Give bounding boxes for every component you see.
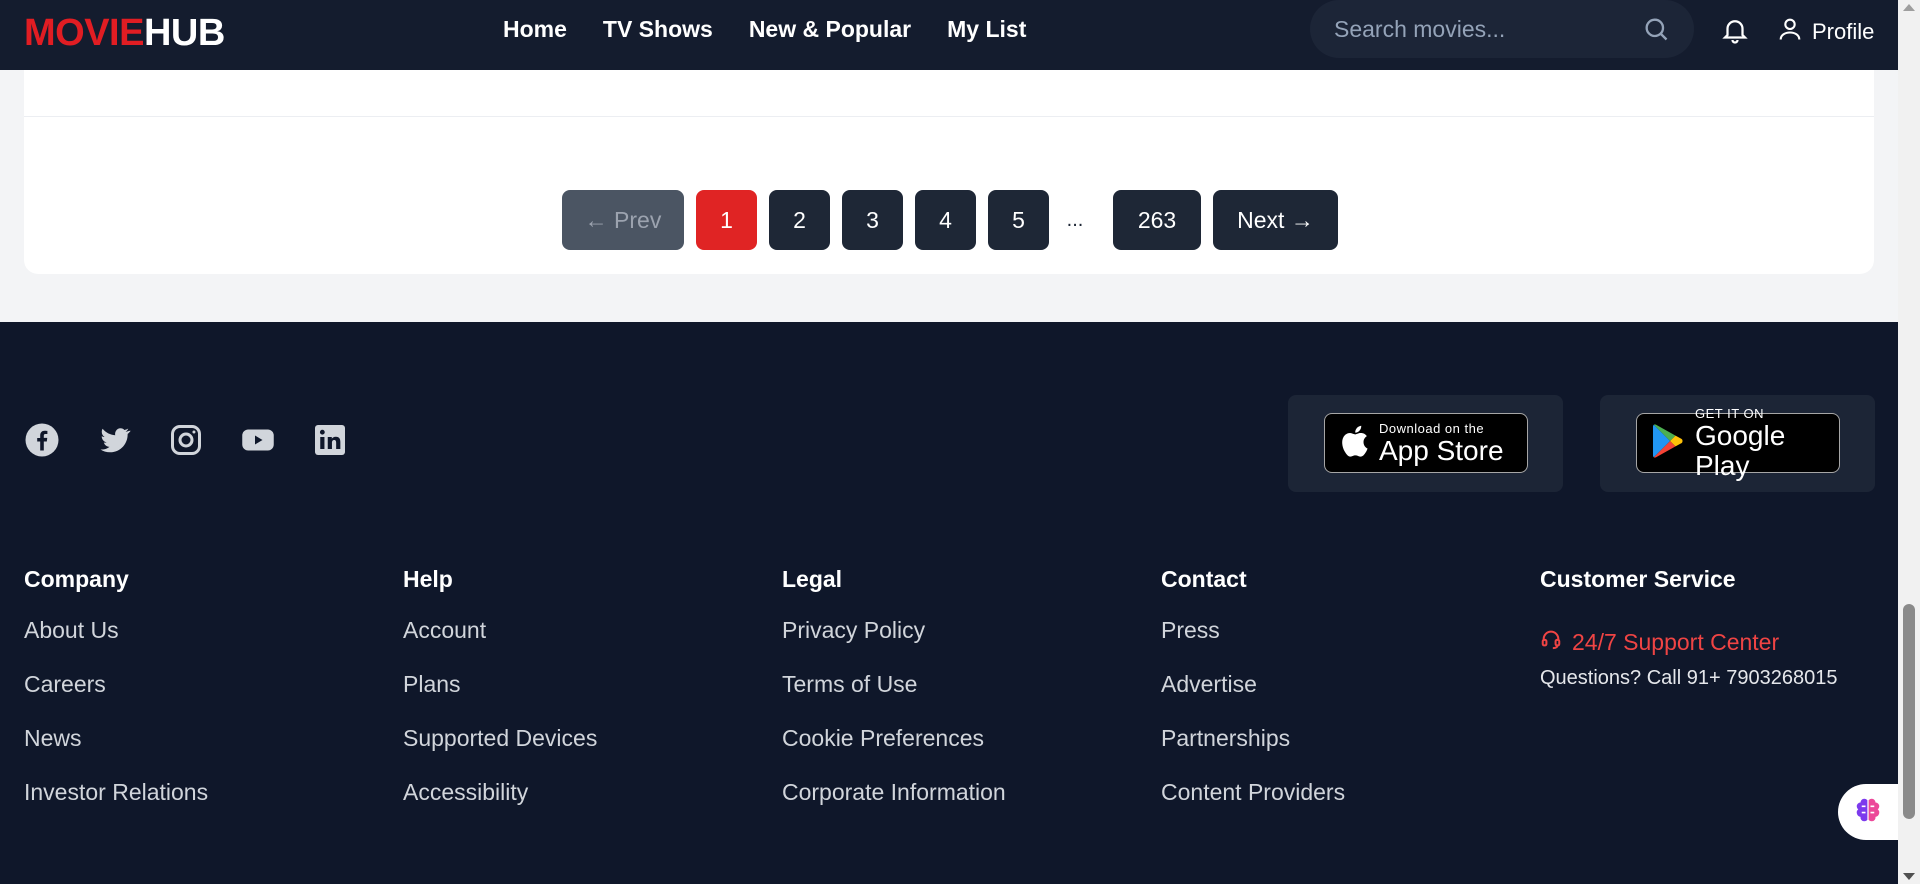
footer-column-contact: Contact Press Advertise Partnerships Con… (1161, 566, 1540, 831)
page-button-1[interactable]: 1 (696, 190, 757, 250)
scroll-up-arrow-icon[interactable] (1903, 4, 1915, 11)
next-page-button[interactable]: Next → (1213, 190, 1338, 250)
footer-column-title: Help (403, 566, 453, 592)
footer-column-company: Company About Us Careers News Investor R… (24, 566, 403, 831)
footer-column-title: Contact (1161, 566, 1247, 592)
footer-link-about-us[interactable]: About Us (24, 615, 403, 669)
support-phone-text: Questions? Call 91+ 7903268015 (1540, 667, 1838, 689)
scroll-down-arrow-icon[interactable] (1903, 873, 1915, 880)
page-button-2[interactable]: 2 (769, 190, 830, 250)
google-play-badge[interactable]: GET IT ON Google Play (1636, 406, 1840, 480)
headset-icon (1540, 627, 1562, 657)
google-play-panel: GET IT ON Google Play (1600, 395, 1875, 492)
nav-tv-shows[interactable]: TV Shows (603, 16, 713, 43)
footer-link-careers[interactable]: Careers (24, 669, 403, 723)
support-center-label: 24/7 Support Center (1572, 629, 1780, 655)
site-footer: Download on the App Store GET IT ON Goog… (0, 322, 1898, 884)
brain-icon (1853, 795, 1883, 830)
social-links (24, 422, 348, 458)
footer-link-privacy-policy[interactable]: Privacy Policy (782, 615, 1161, 669)
support-center-link[interactable]: 24/7 Support Center (1540, 615, 1919, 669)
notification-bell-icon[interactable] (1720, 14, 1750, 51)
twitter-icon[interactable] (96, 422, 132, 458)
scrollbar-thumb[interactable] (1903, 604, 1915, 819)
footer-link-accessibility[interactable]: Accessibility (403, 777, 782, 831)
footer-link-terms-of-use[interactable]: Terms of Use (782, 669, 1161, 723)
footer-link-press[interactable]: Press (1161, 615, 1540, 669)
app-store-big-text: App Store (1379, 434, 1504, 466)
app-store-panel: Download on the App Store (1288, 395, 1563, 492)
footer-column-title: Legal (782, 566, 843, 592)
facebook-icon[interactable] (24, 422, 60, 458)
main-nav: Home TV Shows New & Popular My List (503, 16, 1026, 43)
search-icon[interactable] (1642, 15, 1670, 48)
footer-link-cookie-preferences[interactable]: Cookie Preferences (782, 723, 1161, 777)
youtube-icon[interactable] (240, 422, 276, 458)
footer-link-corporate-information[interactable]: Corporate Information (782, 777, 1161, 831)
footer-column-title: Company (24, 566, 129, 592)
footer-link-news[interactable]: News (24, 723, 403, 777)
page-button-5[interactable]: 5 (988, 190, 1049, 250)
search-input[interactable] (1334, 15, 1634, 43)
footer-column-legal: Legal Privacy Policy Terms of Use Cookie… (782, 566, 1161, 831)
footer-column-title: Customer Service (1540, 566, 1736, 592)
last-page-button[interactable]: 263 (1113, 190, 1201, 250)
footer-column-help: Help Account Plans Supported Devices Acc… (403, 566, 782, 831)
instagram-icon[interactable] (168, 422, 204, 458)
page-scrollbar[interactable] (1898, 0, 1920, 884)
google-play-big-text: Google Play (1695, 419, 1786, 481)
google-play-small-text: GET IT ON (1695, 405, 1765, 421)
user-icon (1776, 14, 1804, 50)
nav-home[interactable]: Home (503, 16, 567, 43)
profile-label: Profile (1812, 19, 1875, 44)
footer-link-content-providers[interactable]: Content Providers (1161, 777, 1540, 831)
footer-link-partnerships[interactable]: Partnerships (1161, 723, 1540, 777)
prev-page-button[interactable]: ← Prev (562, 190, 684, 250)
ai-assistant-button[interactable] (1838, 784, 1898, 840)
footer-link-investor-relations[interactable]: Investor Relations (24, 777, 403, 831)
page-button-4[interactable]: 4 (915, 190, 976, 250)
footer-link-plans[interactable]: Plans (403, 669, 782, 723)
footer-link-supported-devices[interactable]: Supported Devices (403, 723, 782, 777)
divider (24, 116, 1874, 117)
top-navbar: MOVIEHUB Home TV Shows New & Popular My … (0, 0, 1898, 70)
footer-columns: Company About Us Careers News Investor R… (24, 566, 1919, 831)
search-bar (1310, 0, 1694, 58)
linkedin-icon[interactable] (312, 422, 348, 458)
profile-menu[interactable]: Profile (1776, 14, 1874, 50)
footer-link-advertise[interactable]: Advertise (1161, 669, 1540, 723)
app-store-badge[interactable]: Download on the App Store (1324, 413, 1528, 473)
google-play-icon (1651, 422, 1685, 465)
pagination-ellipsis: ... (1066, 208, 1084, 231)
app-store-small-text: Download on the (1379, 420, 1485, 436)
pagination: ← Prev 1 2 3 4 5 ... 263 Next → (562, 190, 1338, 250)
footer-link-account[interactable]: Account (403, 615, 782, 669)
apple-icon (1339, 423, 1369, 464)
nav-new-popular[interactable]: New & Popular (749, 16, 911, 43)
nav-my-list[interactable]: My List (947, 16, 1026, 43)
page-button-3[interactable]: 3 (842, 190, 903, 250)
site-logo[interactable]: MOVIEHUB (24, 12, 225, 55)
